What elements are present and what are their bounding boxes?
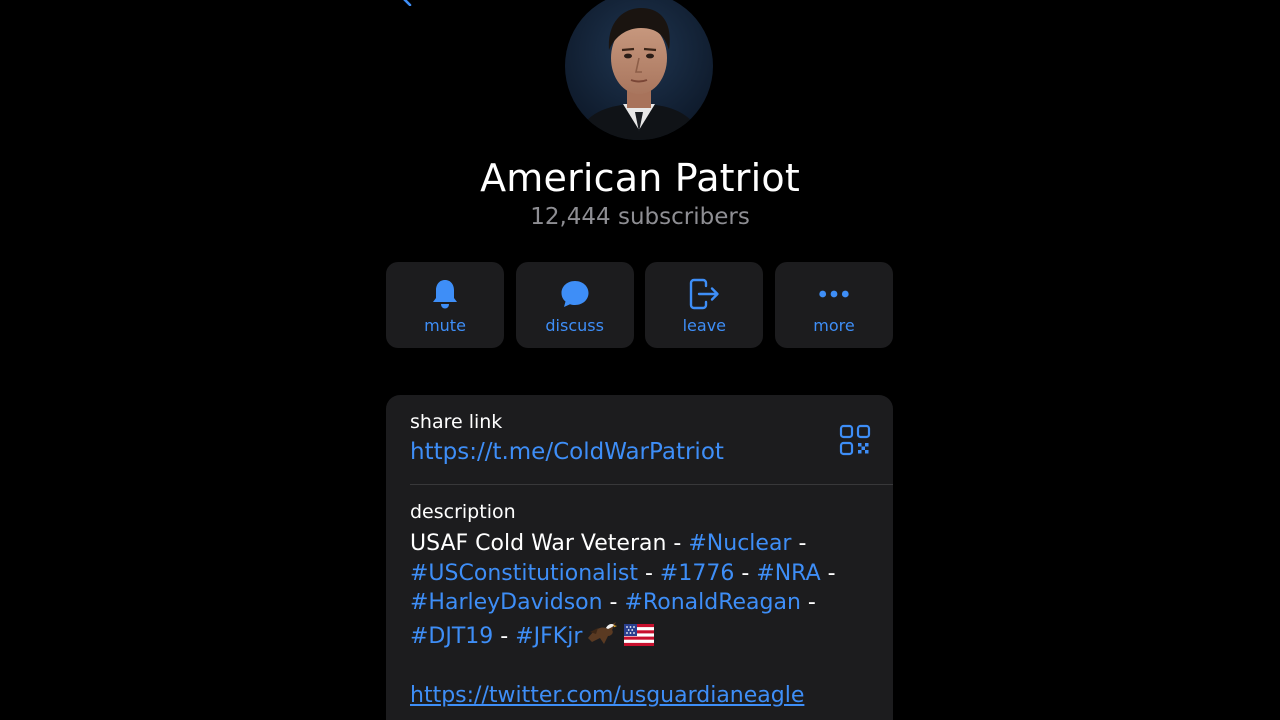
- hashtag-link[interactable]: #NRA: [756, 561, 820, 586]
- description-text: USAF Cold War Veteran - #Nuclear - #USCo…: [410, 529, 880, 711]
- separator: -: [637, 560, 660, 586]
- description-blank-line: [410, 651, 880, 681]
- hashtag-link[interactable]: #DJT19: [410, 624, 493, 649]
- leave-label: leave: [682, 316, 727, 335]
- description-label: description: [410, 501, 516, 523]
- description-line-4: #DJT19 - #JFKjr: [410, 618, 880, 652]
- hashtag-link[interactable]: #JFKjr: [515, 624, 582, 649]
- share-link-label: share link: [410, 411, 503, 433]
- leave-button[interactable]: leave: [645, 262, 764, 348]
- twitter-link[interactable]: https://twitter.com/usguardianeagle: [410, 683, 804, 708]
- channel-info-screen: American Patriot 12,444 subscribers mute…: [0, 0, 1280, 720]
- discuss-button[interactable]: discuss: [515, 262, 634, 348]
- bell-icon: [429, 278, 461, 310]
- chat-bubble-icon: [559, 278, 591, 310]
- profile-photo: [565, 0, 713, 140]
- separator: -: [791, 531, 807, 556]
- separator: -: [493, 623, 516, 649]
- separator: -: [602, 590, 625, 616]
- ellipsis-icon: [818, 278, 850, 310]
- description-line-1: USAF Cold War Veteran - #Nuclear -: [410, 529, 880, 559]
- qr-code-icon[interactable]: [839, 424, 871, 456]
- divider: [410, 484, 893, 485]
- hashtag-link[interactable]: #USConstitutionalist: [410, 561, 638, 586]
- more-button[interactable]: more: [774, 262, 893, 348]
- hashtag-link[interactable]: #HarleyDavidson: [410, 590, 603, 615]
- separator: -: [734, 560, 757, 586]
- separator: -: [800, 590, 816, 616]
- hashtag-link[interactable]: #RonaldReagan: [625, 590, 801, 615]
- description-line-6: https://twitter.com/usguardianeagle: [410, 681, 880, 711]
- description-line-3: #HarleyDavidson - #RonaldReagan -: [410, 588, 880, 618]
- separator: -: [820, 560, 836, 586]
- channel-title: American Patriot: [480, 156, 800, 200]
- discuss-label: discuss: [545, 316, 604, 335]
- mute-label: mute: [424, 316, 466, 335]
- hashtag-link[interactable]: #1776: [660, 561, 734, 586]
- description-line-2: #USConstitutionalist - #1776 - #NRA -: [410, 559, 880, 589]
- back-chevron-icon[interactable]: [396, 0, 414, 6]
- hashtag-link[interactable]: #Nuclear: [688, 531, 791, 556]
- eagle-icon: [588, 621, 618, 644]
- avatar[interactable]: [565, 0, 713, 140]
- action-bar: mute discuss leave more: [386, 262, 893, 348]
- mute-button[interactable]: mute: [386, 262, 504, 348]
- more-label: more: [813, 316, 855, 335]
- leave-icon: [688, 278, 720, 310]
- share-link-url[interactable]: https://t.me/ColdWarPatriot: [410, 439, 724, 465]
- description-intro: USAF Cold War Veteran -: [410, 531, 689, 556]
- subscriber-count: 12,444 subscribers: [530, 204, 750, 230]
- info-card: share link https://t.me/ColdWarPatriot d…: [386, 395, 893, 720]
- us-flag-icon: [624, 623, 655, 646]
